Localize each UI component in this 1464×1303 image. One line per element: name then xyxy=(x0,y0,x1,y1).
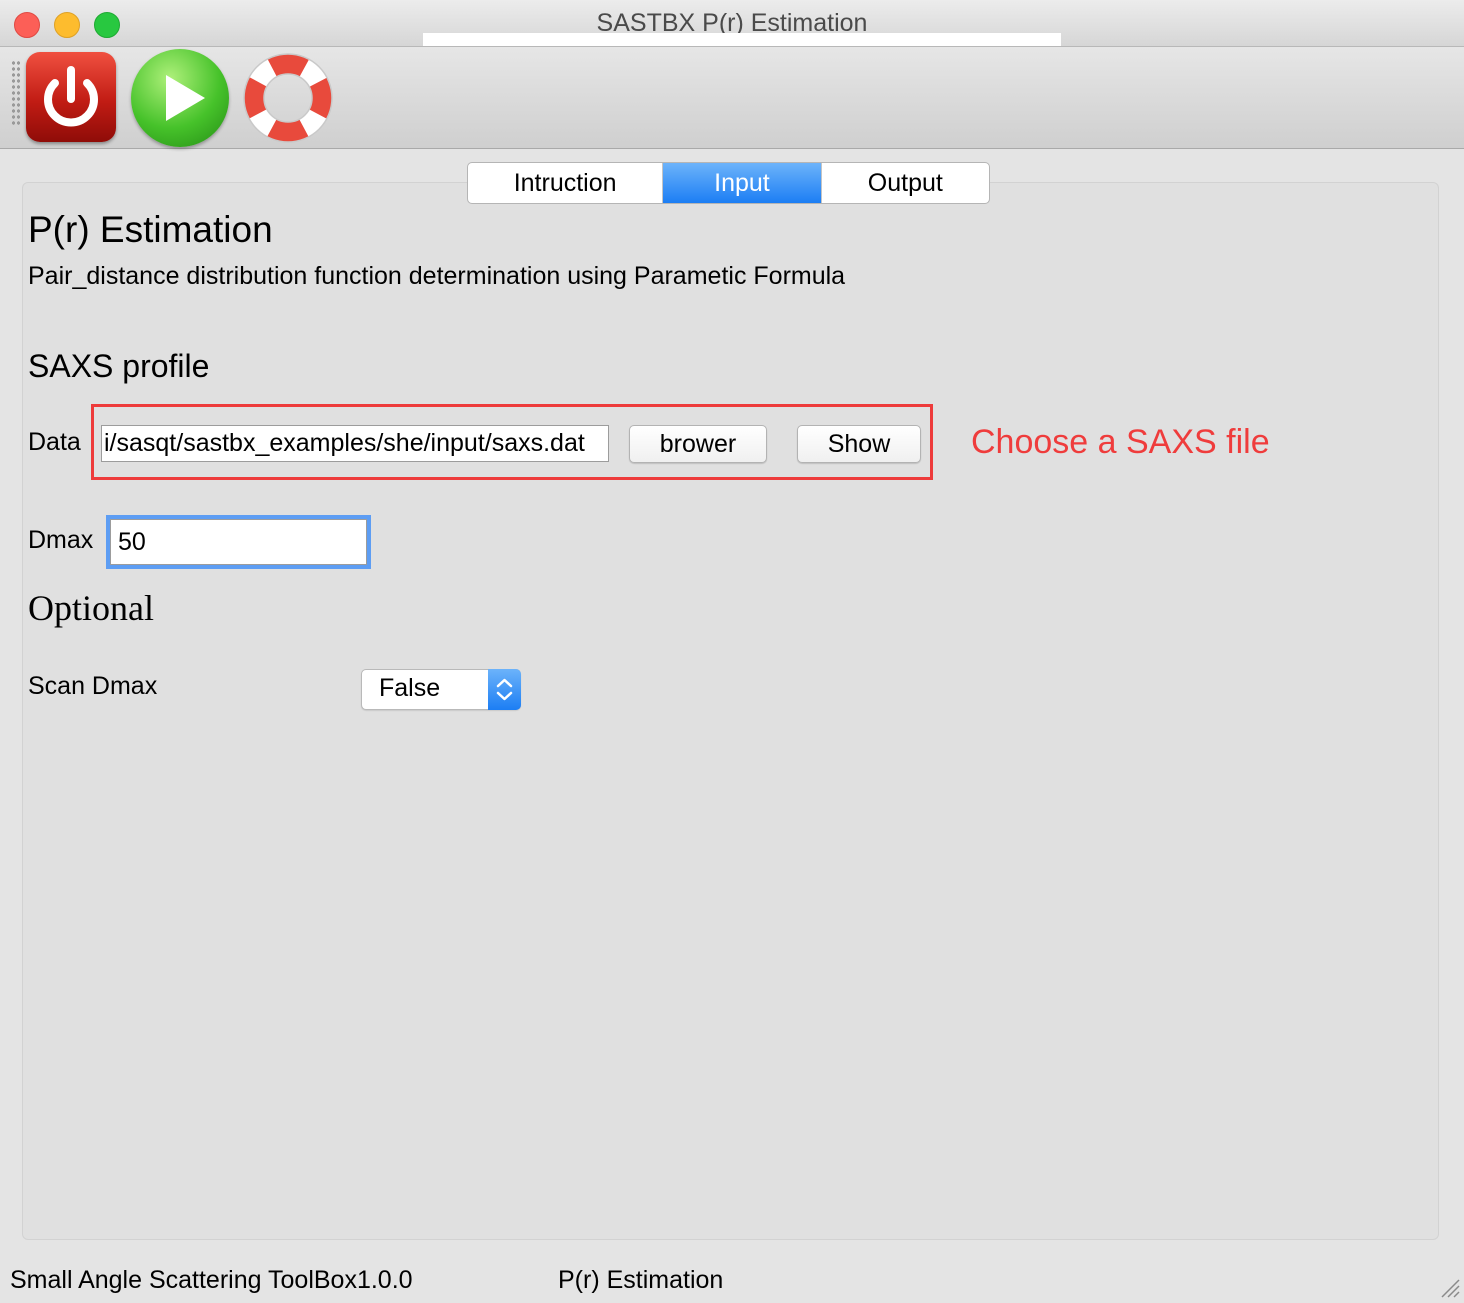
title-bar: SASTBX P(r) Estimation xyxy=(0,0,1464,47)
tab-bar: Intruction Input Output xyxy=(467,162,990,204)
updown-chevron-icon xyxy=(488,669,521,710)
tab-input[interactable]: Input xyxy=(663,163,821,203)
toolbar-grip[interactable] xyxy=(11,60,21,126)
dmax-input[interactable] xyxy=(106,515,371,569)
status-module: P(r) Estimation xyxy=(558,1266,724,1294)
run-button[interactable] xyxy=(131,49,229,147)
optional-heading: Optional xyxy=(28,588,154,628)
scan-dmax-label: Scan Dmax xyxy=(28,672,158,700)
help-button[interactable] xyxy=(242,52,334,144)
browse-button[interactable]: brower xyxy=(629,425,767,463)
page-title: P(r) Estimation xyxy=(28,209,273,250)
saxs-profile-heading: SAXS profile xyxy=(28,348,210,384)
page-subtitle: Pair_distance distribution function dete… xyxy=(28,262,846,290)
title-overlay-strip xyxy=(423,33,1061,46)
resize-grip-icon[interactable] xyxy=(1438,1276,1460,1298)
input-panel xyxy=(22,182,1439,1240)
scan-dmax-value: False xyxy=(379,674,441,702)
annotation-text: Choose a SAXS file xyxy=(971,423,1270,461)
tab-output[interactable]: Output xyxy=(820,163,989,203)
scan-dmax-select[interactable]: False xyxy=(361,669,521,710)
dmax-label: Dmax xyxy=(28,526,94,554)
tab-instruction[interactable]: Intruction xyxy=(468,163,664,203)
data-label: Data xyxy=(28,428,81,456)
show-button[interactable]: Show xyxy=(797,425,921,463)
status-app-version: Small Angle Scattering ToolBox1.0.0 xyxy=(10,1266,413,1294)
quit-button[interactable] xyxy=(26,52,116,142)
data-file-input[interactable] xyxy=(101,425,609,462)
power-icon xyxy=(44,66,98,127)
play-icon xyxy=(166,75,205,121)
lifebuoy-icon xyxy=(243,53,333,143)
